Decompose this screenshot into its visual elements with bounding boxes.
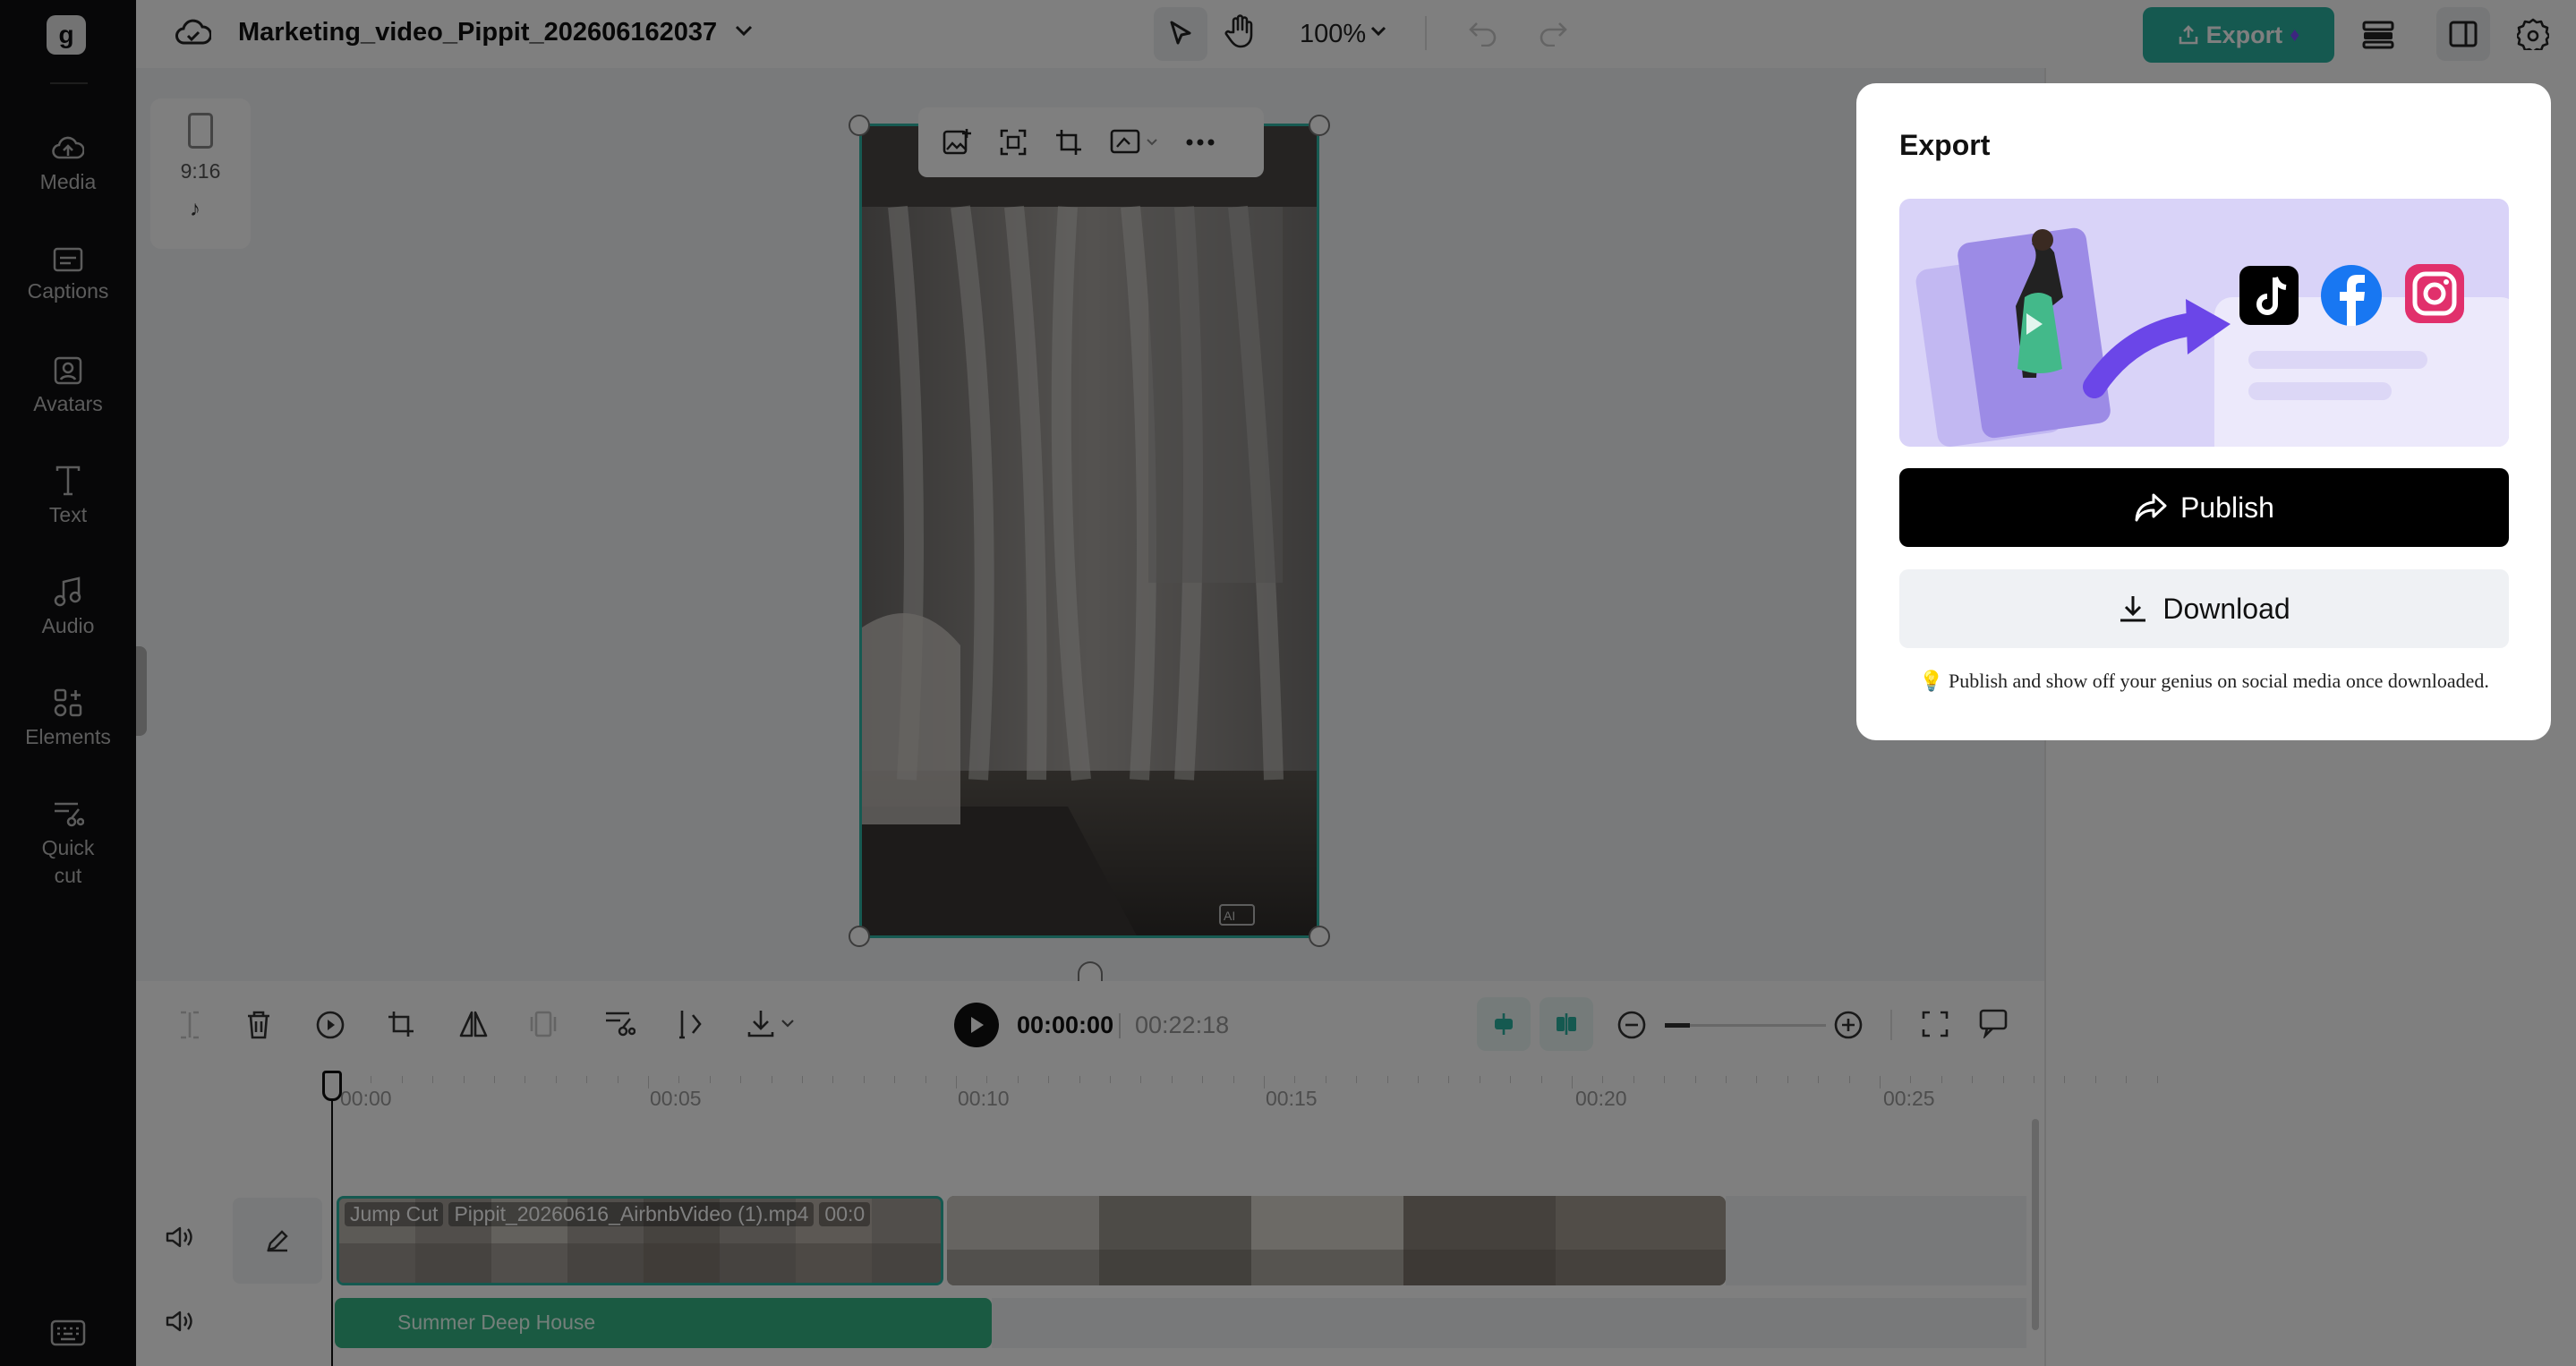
download-button[interactable]: Download bbox=[1899, 569, 2509, 648]
export-illustration bbox=[1899, 199, 2509, 447]
publish-label: Publish bbox=[2180, 491, 2274, 524]
download-icon bbox=[2120, 596, 2146, 622]
sidebar-collapse-handle[interactable] bbox=[136, 646, 147, 736]
share-arrow-icon bbox=[2135, 493, 2167, 522]
social-share-illustration bbox=[1915, 227, 2509, 447]
export-hint: 💡 Publish and show off your genius on so… bbox=[1919, 670, 2489, 692]
export-popup-title: Export bbox=[1899, 129, 1991, 161]
publish-button[interactable]: Publish bbox=[1899, 468, 2509, 547]
download-label: Download bbox=[2162, 592, 2290, 625]
